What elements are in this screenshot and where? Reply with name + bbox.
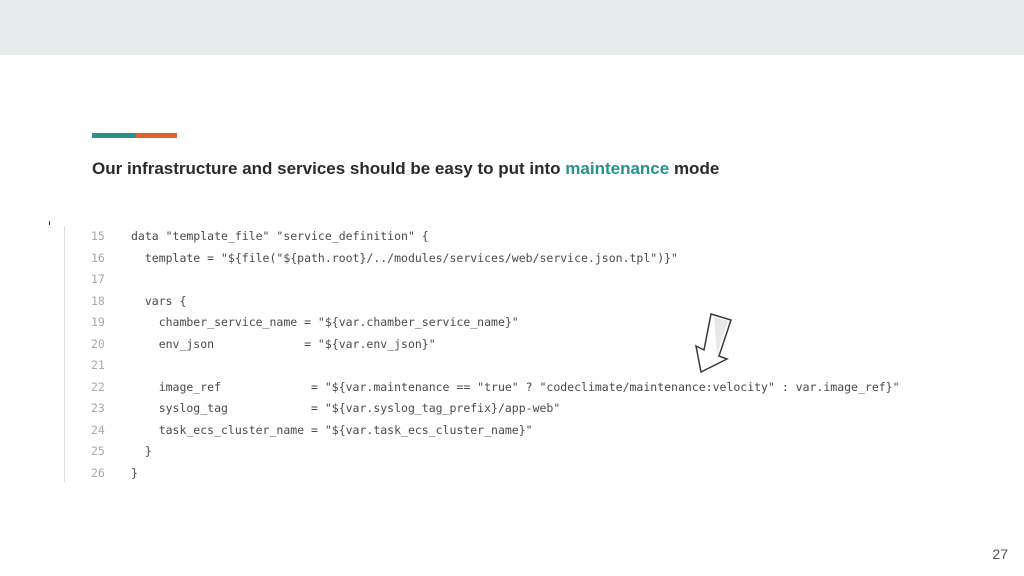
- line-number: 18: [91, 293, 105, 308]
- line-number: 23: [91, 401, 105, 415]
- line-number: 15: [91, 229, 105, 243]
- code-text: syslog_tag = "${var.syslog_tag_prefix}/a…: [131, 401, 561, 415]
- code-text: vars {: [131, 293, 187, 308]
- down-arrow-icon: [694, 313, 732, 374]
- line-number: 20: [91, 336, 105, 351]
- code-text: template = "${file("${path.root}/../modu…: [131, 250, 678, 265]
- code-text: chamber_service_name = "${var.chamber_se…: [131, 315, 519, 329]
- code-text: image_ref = "${var.maintenance == "true"…: [131, 379, 900, 394]
- line-number: 26: [91, 465, 105, 480]
- line-number: 25: [91, 444, 105, 458]
- page-number: 27: [992, 546, 1008, 562]
- line-number: 17: [91, 272, 105, 286]
- line-number: 21: [91, 358, 105, 372]
- slide-title: Our infrastructure and services should b…: [92, 159, 719, 179]
- code-text: env_json = "${var.env_json}": [131, 336, 436, 351]
- accent-bar-teal: [92, 133, 136, 138]
- line-number: 24: [91, 422, 105, 437]
- title-text-end: mode: [669, 159, 720, 178]
- code-screenshot: 15 data "template_file" "service_definiti…: [64, 226, 965, 482]
- line-number: 19: [91, 315, 105, 329]
- title-highlight: maintenance: [565, 159, 670, 178]
- code-text: data "template_file" "service_definition…: [131, 229, 429, 243]
- line-number: 16: [91, 250, 105, 265]
- code-text: }: [131, 444, 152, 458]
- stray-mark: [49, 221, 50, 225]
- title-text: Our infrastructure and services should b…: [92, 159, 566, 178]
- code-text: task_ecs_cluster_name = "${var.task_ecs_…: [131, 422, 533, 437]
- code-text: }: [131, 465, 138, 480]
- top-bar: [0, 0, 1024, 55]
- accent-bar-orange: [136, 133, 177, 138]
- line-number: 22: [91, 379, 105, 394]
